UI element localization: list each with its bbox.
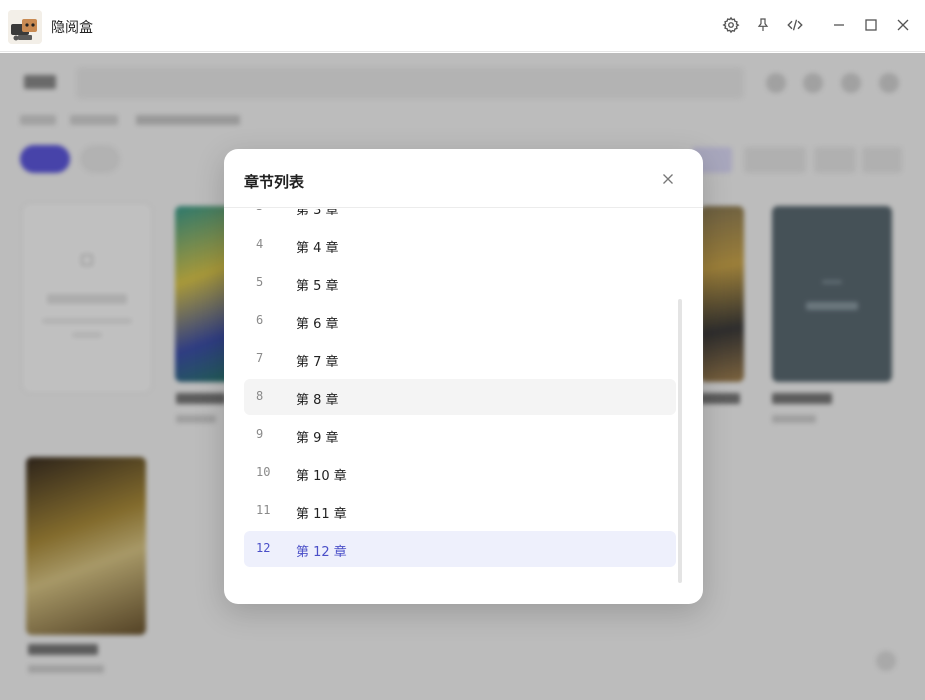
close-icon [663, 174, 673, 184]
chapter-number: 5 [256, 275, 264, 289]
gear-icon[interactable] [720, 14, 742, 36]
chapter-item[interactable]: 7 第 7 章 [244, 341, 676, 377]
chapter-item[interactable]: 6 第 6 章 [244, 303, 676, 339]
chapter-label: 第 8 章 [296, 393, 339, 408]
chapter-list[interactable]: 3 第 3 章 4 第 4 章 5 第 5 章 6 第 6 章 7 第 7 章 8 第 8 章 9 第 9… [224, 209, 703, 594]
dialog-title: 章节列表 [244, 173, 305, 191]
chapter-item[interactable]: 10 第 10 章 [244, 455, 676, 491]
chapter-label: 第 7 章 [296, 355, 339, 370]
app-title: 隐阅盒 [51, 20, 93, 36]
pin-icon[interactable] [752, 14, 774, 36]
chapter-number: 8 [256, 389, 264, 403]
chapter-label: 第 5 章 [296, 279, 339, 294]
chapter-item[interactable]: 9 第 9 章 [244, 417, 676, 453]
chapter-number: 4 [256, 237, 264, 251]
chapter-number: 7 [256, 351, 264, 365]
chapter-label: 第 6 章 [296, 317, 339, 332]
chapter-item[interactable]: 5 第 5 章 [244, 265, 676, 301]
code-icon[interactable] [784, 14, 806, 36]
chapter-list-scrollbar[interactable] [678, 299, 682, 583]
title-bar: 隐阅盒 [0, 0, 925, 52]
minimize-icon[interactable] [828, 14, 850, 36]
dialog-close-button[interactable] [658, 169, 678, 189]
chapter-item[interactable]: 4 第 4 章 [244, 227, 676, 263]
chapter-item[interactable]: 8 第 8 章 [244, 379, 676, 415]
chapter-list-dialog: 章节列表 3 第 3 章 4 第 4 章 5 第 5 章 6 第 6 章 7 第 7 章 8 第 8 … [224, 149, 703, 604]
chapter-label: 第 11 章 [296, 507, 347, 522]
chapter-label: 第 3 章 [296, 209, 339, 218]
chapter-label: 第 4 章 [296, 241, 339, 256]
maximize-icon[interactable] [860, 14, 882, 36]
chapter-number: 9 [256, 427, 264, 441]
chapter-label: 第 9 章 [296, 431, 339, 446]
close-icon[interactable] [892, 14, 914, 36]
chapter-item[interactable]: 12 第 12 章 [244, 531, 676, 567]
chapter-number: 11 [256, 503, 271, 517]
chapter-number: 3 [256, 209, 263, 213]
chapter-item[interactable]: 11 第 11 章 [244, 493, 676, 529]
chapter-number: 6 [256, 313, 264, 327]
chapter-label: 第 10 章 [296, 469, 347, 484]
chapter-number: 12 [256, 541, 271, 555]
app-logo [8, 10, 42, 44]
dialog-header: 章节列表 [224, 149, 703, 208]
chapter-number: 10 [256, 465, 271, 479]
chapter-item[interactable]: 3 第 3 章 [244, 209, 676, 225]
chapter-label: 第 12 章 [296, 545, 347, 560]
